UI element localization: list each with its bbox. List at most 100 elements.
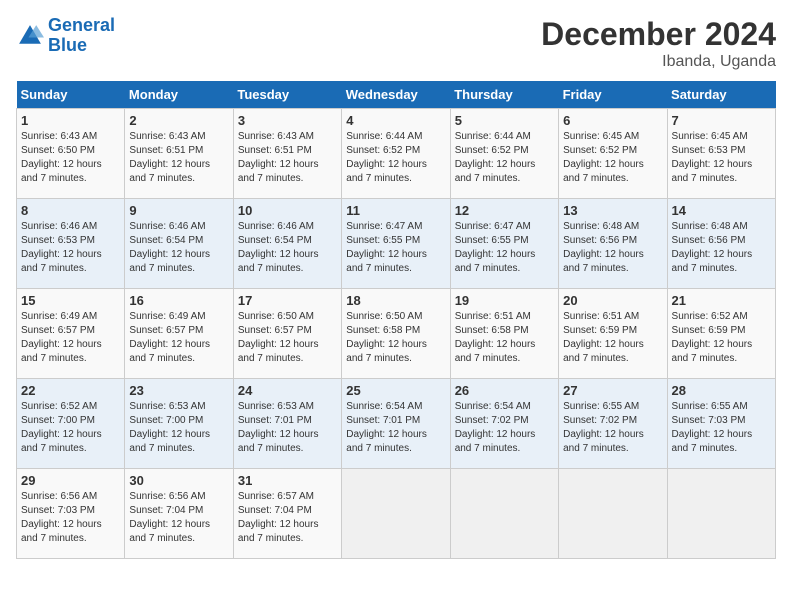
day-number: 20 xyxy=(563,293,662,308)
table-cell: 21 Sunrise: 6:52 AM Sunset: 6:59 PM Dayli… xyxy=(667,289,775,379)
day-info: Sunrise: 6:49 AM Sunset: 6:57 PM Dayligh… xyxy=(129,310,228,366)
table-cell: 4 Sunrise: 6:44 AM Sunset: 6:52 PM Daylig… xyxy=(342,109,450,199)
table-cell: 26 Sunrise: 6:54 AM Sunset: 7:02 PM Dayli… xyxy=(450,379,558,469)
day-info: Sunrise: 6:45 AM Sunset: 6:52 PM Dayligh… xyxy=(563,130,662,186)
day-info: Sunrise: 6:44 AM Sunset: 6:52 PM Dayligh… xyxy=(346,130,445,186)
day-number: 27 xyxy=(563,383,662,398)
day-number: 17 xyxy=(238,293,337,308)
day-info: Sunrise: 6:52 AM Sunset: 7:00 PM Dayligh… xyxy=(21,400,120,456)
title-block: December 2024 Ibanda, Uganda xyxy=(541,16,776,71)
day-info: Sunrise: 6:47 AM Sunset: 6:55 PM Dayligh… xyxy=(346,220,445,276)
table-cell: 23 Sunrise: 6:53 AM Sunset: 7:00 PM Dayli… xyxy=(125,379,233,469)
table-cell: 19 Sunrise: 6:51 AM Sunset: 6:58 PM Dayli… xyxy=(450,289,558,379)
table-cell: 9 Sunrise: 6:46 AM Sunset: 6:54 PM Daylig… xyxy=(125,199,233,289)
day-info: Sunrise: 6:48 AM Sunset: 6:56 PM Dayligh… xyxy=(672,220,771,276)
page-title: December 2024 xyxy=(541,16,776,53)
day-number: 31 xyxy=(238,473,337,488)
calendar-week-row: 1Sunrise: 6:43 AM Sunset: 6:50 PM Daylig… xyxy=(17,109,776,199)
table-cell: 8 Sunrise: 6:46 AM Sunset: 6:53 PM Daylig… xyxy=(17,199,125,289)
day-number: 13 xyxy=(563,203,662,218)
day-info: Sunrise: 6:54 AM Sunset: 7:02 PM Dayligh… xyxy=(455,400,554,456)
day-info: Sunrise: 6:52 AM Sunset: 6:59 PM Dayligh… xyxy=(672,310,771,366)
day-number: 12 xyxy=(455,203,554,218)
table-cell xyxy=(450,469,558,559)
day-number: 5 xyxy=(455,113,554,128)
table-cell: 7Sunrise: 6:45 AM Sunset: 6:53 PM Daylig… xyxy=(667,109,775,199)
table-cell: 13 Sunrise: 6:48 AM Sunset: 6:56 PM Dayli… xyxy=(559,199,667,289)
table-cell: 1Sunrise: 6:43 AM Sunset: 6:50 PM Daylig… xyxy=(17,109,125,199)
calendar-week-row: 29Sunrise: 6:56 AM Sunset: 7:03 PM Dayli… xyxy=(17,469,776,559)
day-number: 23 xyxy=(129,383,228,398)
day-info: Sunrise: 6:47 AM Sunset: 6:55 PM Dayligh… xyxy=(455,220,554,276)
day-info: Sunrise: 6:46 AM Sunset: 6:54 PM Dayligh… xyxy=(129,220,228,276)
day-info: Sunrise: 6:55 AM Sunset: 7:02 PM Dayligh… xyxy=(563,400,662,456)
page-header: General Blue December 2024 Ibanda, Ugand… xyxy=(16,16,776,71)
col-sunday: Sunday xyxy=(17,81,125,109)
table-cell xyxy=(559,469,667,559)
day-info: Sunrise: 6:43 AM Sunset: 6:51 PM Dayligh… xyxy=(238,130,337,186)
day-number: 9 xyxy=(129,203,228,218)
day-info: Sunrise: 6:55 AM Sunset: 7:03 PM Dayligh… xyxy=(672,400,771,456)
day-info: Sunrise: 6:44 AM Sunset: 6:52 PM Dayligh… xyxy=(455,130,554,186)
table-cell: 17 Sunrise: 6:50 AM Sunset: 6:57 PM Dayli… xyxy=(233,289,341,379)
day-number: 1 xyxy=(21,113,120,128)
calendar-table: Sunday Monday Tuesday Wednesday Thursday… xyxy=(16,81,776,559)
day-info: Sunrise: 6:54 AM Sunset: 7:01 PM Dayligh… xyxy=(346,400,445,456)
day-number: 25 xyxy=(346,383,445,398)
day-info: Sunrise: 6:56 AM Sunset: 7:04 PM Dayligh… xyxy=(129,490,228,546)
day-number: 7 xyxy=(672,113,771,128)
table-cell: 15 Sunrise: 6:49 AM Sunset: 6:57 PM Dayli… xyxy=(17,289,125,379)
day-info: Sunrise: 6:56 AM Sunset: 7:03 PM Dayligh… xyxy=(21,490,120,546)
day-number: 30 xyxy=(129,473,228,488)
calendar-week-row: 8 Sunrise: 6:46 AM Sunset: 6:53 PM Daylig… xyxy=(17,199,776,289)
page-subtitle: Ibanda, Uganda xyxy=(541,53,776,71)
day-number: 26 xyxy=(455,383,554,398)
day-number: 2 xyxy=(129,113,228,128)
col-saturday: Saturday xyxy=(667,81,775,109)
table-cell: 3 Sunrise: 6:43 AM Sunset: 6:51 PM Daylig… xyxy=(233,109,341,199)
col-friday: Friday xyxy=(559,81,667,109)
table-cell: 31 Sunrise: 6:57 AM Sunset: 7:04 PM Dayli… xyxy=(233,469,341,559)
table-cell: 27 Sunrise: 6:55 AM Sunset: 7:02 PM Dayli… xyxy=(559,379,667,469)
day-number: 14 xyxy=(672,203,771,218)
day-info: Sunrise: 6:46 AM Sunset: 6:53 PM Dayligh… xyxy=(21,220,120,276)
table-cell: 28Sunrise: 6:55 AM Sunset: 7:03 PM Dayli… xyxy=(667,379,775,469)
day-number: 6 xyxy=(563,113,662,128)
table-cell xyxy=(342,469,450,559)
day-number: 19 xyxy=(455,293,554,308)
table-cell: 5 Sunrise: 6:44 AM Sunset: 6:52 PM Daylig… xyxy=(450,109,558,199)
table-cell: 16Sunrise: 6:49 AM Sunset: 6:57 PM Dayli… xyxy=(125,289,233,379)
day-info: Sunrise: 6:46 AM Sunset: 6:54 PM Dayligh… xyxy=(238,220,337,276)
day-info: Sunrise: 6:48 AM Sunset: 6:56 PM Dayligh… xyxy=(563,220,662,276)
table-cell: 2 Sunrise: 6:43 AM Sunset: 6:51 PM Daylig… xyxy=(125,109,233,199)
table-cell: 25 Sunrise: 6:54 AM Sunset: 7:01 PM Dayli… xyxy=(342,379,450,469)
col-wednesday: Wednesday xyxy=(342,81,450,109)
day-number: 3 xyxy=(238,113,337,128)
day-number: 4 xyxy=(346,113,445,128)
day-number: 18 xyxy=(346,293,445,308)
day-number: 11 xyxy=(346,203,445,218)
calendar-header-row: Sunday Monday Tuesday Wednesday Thursday… xyxy=(17,81,776,109)
day-info: Sunrise: 6:43 AM Sunset: 6:51 PM Dayligh… xyxy=(129,130,228,186)
day-number: 21 xyxy=(672,293,771,308)
logo: General Blue xyxy=(16,16,115,56)
logo-icon xyxy=(16,22,44,50)
day-number: 22 xyxy=(21,383,120,398)
table-cell: 24Sunrise: 6:53 AM Sunset: 7:01 PM Dayli… xyxy=(233,379,341,469)
table-cell: 20Sunrise: 6:51 AM Sunset: 6:59 PM Dayli… xyxy=(559,289,667,379)
day-info: Sunrise: 6:57 AM Sunset: 7:04 PM Dayligh… xyxy=(238,490,337,546)
day-number: 8 xyxy=(21,203,120,218)
table-cell xyxy=(667,469,775,559)
day-info: Sunrise: 6:51 AM Sunset: 6:58 PM Dayligh… xyxy=(455,310,554,366)
col-thursday: Thursday xyxy=(450,81,558,109)
day-number: 10 xyxy=(238,203,337,218)
col-monday: Monday xyxy=(125,81,233,109)
day-number: 15 xyxy=(21,293,120,308)
day-info: Sunrise: 6:53 AM Sunset: 7:00 PM Dayligh… xyxy=(129,400,228,456)
day-info: Sunrise: 6:53 AM Sunset: 7:01 PM Dayligh… xyxy=(238,400,337,456)
table-cell: 18Sunrise: 6:50 AM Sunset: 6:58 PM Dayli… xyxy=(342,289,450,379)
day-info: Sunrise: 6:49 AM Sunset: 6:57 PM Dayligh… xyxy=(21,310,120,366)
table-cell: 6 Sunrise: 6:45 AM Sunset: 6:52 PM Daylig… xyxy=(559,109,667,199)
table-cell: 11 Sunrise: 6:47 AM Sunset: 6:55 PM Dayli… xyxy=(342,199,450,289)
day-info: Sunrise: 6:50 AM Sunset: 6:57 PM Dayligh… xyxy=(238,310,337,366)
